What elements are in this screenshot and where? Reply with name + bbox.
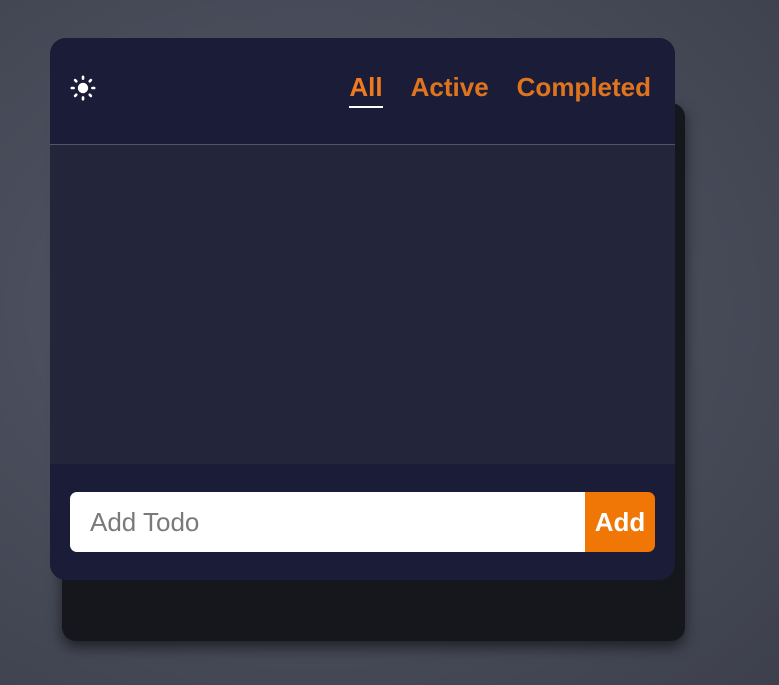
add-todo-form: Add	[70, 492, 655, 552]
add-todo-input[interactable]	[70, 492, 585, 552]
filter-active-tab[interactable]: Active	[411, 71, 489, 107]
todo-header: All Active Completed	[50, 38, 675, 145]
sun-icon	[70, 75, 96, 101]
filter-all-tab[interactable]: All	[349, 71, 383, 108]
todo-list	[50, 145, 675, 464]
filter-completed-tab[interactable]: Completed	[517, 71, 651, 107]
todo-card: All Active Completed Add	[50, 38, 675, 580]
add-button[interactable]: Add	[585, 492, 655, 552]
theme-toggle-button[interactable]	[70, 75, 96, 101]
filter-tabs: All Active Completed	[349, 71, 651, 108]
todo-footer: Add	[50, 464, 675, 580]
